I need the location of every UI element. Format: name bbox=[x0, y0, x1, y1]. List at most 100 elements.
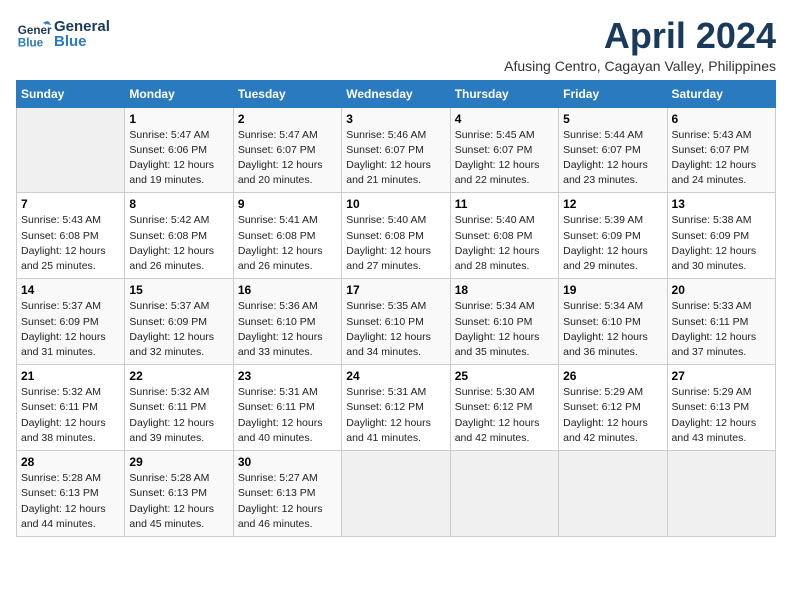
calendar-cell: 25 Sunrise: 5:30 AM Sunset: 6:12 PM Dayli… bbox=[450, 365, 558, 451]
day-number: 27 bbox=[672, 369, 771, 383]
weekday-header-cell: Friday bbox=[559, 80, 667, 107]
day-number: 7 bbox=[21, 197, 120, 211]
page-subtitle: Afusing Centro, Cagayan Valley, Philippi… bbox=[504, 58, 776, 74]
day-number: 23 bbox=[238, 369, 337, 383]
cell-info: Sunrise: 5:36 AM Sunset: 6:10 PM Dayligh… bbox=[238, 299, 337, 360]
cell-info: Sunrise: 5:32 AM Sunset: 6:11 PM Dayligh… bbox=[21, 385, 120, 446]
calendar-cell: 23 Sunrise: 5:31 AM Sunset: 6:11 PM Dayli… bbox=[233, 365, 341, 451]
day-number: 9 bbox=[238, 197, 337, 211]
weekday-header-cell: Monday bbox=[125, 80, 233, 107]
day-number: 21 bbox=[21, 369, 120, 383]
day-number: 17 bbox=[346, 283, 445, 297]
weekday-header-cell: Sunday bbox=[17, 80, 125, 107]
calendar-cell: 16Sunrise: 5:36 AM Sunset: 6:10 PM Dayli… bbox=[233, 279, 341, 365]
cell-info: Sunrise: 5:43 AM Sunset: 6:07 PM Dayligh… bbox=[672, 128, 771, 189]
calendar-cell: 30 Sunrise: 5:27 AM Sunset: 6:13 PM Dayli… bbox=[233, 451, 341, 537]
calendar-cell: 19Sunrise: 5:34 AM Sunset: 6:10 PM Dayli… bbox=[559, 279, 667, 365]
day-number: 25 bbox=[455, 369, 554, 383]
calendar-cell: 10 Sunrise: 5:40 AM Sunset: 6:08 PM Dayli… bbox=[342, 193, 450, 279]
day-number: 13 bbox=[672, 197, 771, 211]
title-block: April 2024 Afusing Centro, Cagayan Valle… bbox=[504, 16, 776, 74]
day-number: 18 bbox=[455, 283, 554, 297]
day-number: 1 bbox=[129, 112, 228, 126]
calendar-cell: 8 Sunrise: 5:42 AM Sunset: 6:08 PM Daylig… bbox=[125, 193, 233, 279]
cell-info: Sunrise: 5:32 AM Sunset: 6:11 PM Dayligh… bbox=[129, 385, 228, 446]
calendar-cell: 26 Sunrise: 5:29 AM Sunset: 6:12 PM Dayli… bbox=[559, 365, 667, 451]
calendar-cell: 9 Sunrise: 5:41 AM Sunset: 6:08 PM Daylig… bbox=[233, 193, 341, 279]
calendar-cell: 27Sunrise: 5:29 AM Sunset: 6:13 PM Dayli… bbox=[667, 365, 775, 451]
calendar-cell: 29Sunrise: 5:28 AM Sunset: 6:13 PM Dayli… bbox=[125, 451, 233, 537]
weekday-header-cell: Tuesday bbox=[233, 80, 341, 107]
cell-info: Sunrise: 5:34 AM Sunset: 6:10 PM Dayligh… bbox=[563, 299, 662, 360]
calendar-cell bbox=[450, 451, 558, 537]
cell-info: Sunrise: 5:35 AM Sunset: 6:10 PM Dayligh… bbox=[346, 299, 445, 360]
cell-info: Sunrise: 5:28 AM Sunset: 6:13 PM Dayligh… bbox=[21, 471, 120, 532]
cell-info: Sunrise: 5:42 AM Sunset: 6:08 PM Dayligh… bbox=[129, 213, 228, 274]
calendar-cell: 28Sunrise: 5:28 AM Sunset: 6:13 PM Dayli… bbox=[17, 451, 125, 537]
calendar-cell: 22Sunrise: 5:32 AM Sunset: 6:11 PM Dayli… bbox=[125, 365, 233, 451]
calendar-cell: 6 Sunrise: 5:43 AM Sunset: 6:07 PM Daylig… bbox=[667, 107, 775, 193]
calendar-cell: 24Sunrise: 5:31 AM Sunset: 6:12 PM Dayli… bbox=[342, 365, 450, 451]
calendar-table: SundayMondayTuesdayWednesdayThursdayFrid… bbox=[16, 80, 776, 537]
day-number: 2 bbox=[238, 112, 337, 126]
cell-info: Sunrise: 5:40 AM Sunset: 6:08 PM Dayligh… bbox=[346, 213, 445, 274]
cell-info: Sunrise: 5:30 AM Sunset: 6:12 PM Dayligh… bbox=[455, 385, 554, 446]
cell-info: Sunrise: 5:43 AM Sunset: 6:08 PM Dayligh… bbox=[21, 213, 120, 274]
day-number: 24 bbox=[346, 369, 445, 383]
logo-icon: General Blue bbox=[16, 16, 52, 52]
day-number: 6 bbox=[672, 112, 771, 126]
svg-text:General: General bbox=[18, 24, 52, 37]
logo-text: GeneralBlue bbox=[54, 19, 110, 49]
day-number: 10 bbox=[346, 197, 445, 211]
page-title: April 2024 bbox=[504, 16, 776, 56]
day-number: 15 bbox=[129, 283, 228, 297]
calendar-cell: 15 Sunrise: 5:37 AM Sunset: 6:09 PM Dayli… bbox=[125, 279, 233, 365]
calendar-cell: 2 Sunrise: 5:47 AM Sunset: 6:07 PM Daylig… bbox=[233, 107, 341, 193]
calendar-cell: 3 Sunrise: 5:46 AM Sunset: 6:07 PM Daylig… bbox=[342, 107, 450, 193]
calendar-cell: 20Sunrise: 5:33 AM Sunset: 6:11 PM Dayli… bbox=[667, 279, 775, 365]
calendar-cell: 13Sunrise: 5:38 AM Sunset: 6:09 PM Dayli… bbox=[667, 193, 775, 279]
calendar-body: 1 Sunrise: 5:47 AM Sunset: 6:06 PM Daylig… bbox=[17, 107, 776, 536]
calendar-cell bbox=[17, 107, 125, 193]
cell-info: Sunrise: 5:37 AM Sunset: 6:09 PM Dayligh… bbox=[129, 299, 228, 360]
cell-info: Sunrise: 5:31 AM Sunset: 6:11 PM Dayligh… bbox=[238, 385, 337, 446]
calendar-week-row: 1 Sunrise: 5:47 AM Sunset: 6:06 PM Daylig… bbox=[17, 107, 776, 193]
day-number: 8 bbox=[129, 197, 228, 211]
cell-info: Sunrise: 5:27 AM Sunset: 6:13 PM Dayligh… bbox=[238, 471, 337, 532]
day-number: 29 bbox=[129, 455, 228, 469]
day-number: 30 bbox=[238, 455, 337, 469]
calendar-week-row: 28Sunrise: 5:28 AM Sunset: 6:13 PM Dayli… bbox=[17, 451, 776, 537]
cell-info: Sunrise: 5:46 AM Sunset: 6:07 PM Dayligh… bbox=[346, 128, 445, 189]
day-number: 3 bbox=[346, 112, 445, 126]
weekday-header-cell: Saturday bbox=[667, 80, 775, 107]
cell-info: Sunrise: 5:39 AM Sunset: 6:09 PM Dayligh… bbox=[563, 213, 662, 274]
weekday-header-row: SundayMondayTuesdayWednesdayThursdayFrid… bbox=[17, 80, 776, 107]
calendar-cell: 12 Sunrise: 5:39 AM Sunset: 6:09 PM Dayli… bbox=[559, 193, 667, 279]
logo: General Blue GeneralBlue bbox=[16, 16, 110, 52]
calendar-cell: 17 Sunrise: 5:35 AM Sunset: 6:10 PM Dayli… bbox=[342, 279, 450, 365]
cell-info: Sunrise: 5:47 AM Sunset: 6:06 PM Dayligh… bbox=[129, 128, 228, 189]
weekday-header-cell: Thursday bbox=[450, 80, 558, 107]
cell-info: Sunrise: 5:47 AM Sunset: 6:07 PM Dayligh… bbox=[238, 128, 337, 189]
cell-info: Sunrise: 5:37 AM Sunset: 6:09 PM Dayligh… bbox=[21, 299, 120, 360]
cell-info: Sunrise: 5:29 AM Sunset: 6:12 PM Dayligh… bbox=[563, 385, 662, 446]
day-number: 26 bbox=[563, 369, 662, 383]
calendar-week-row: 7 Sunrise: 5:43 AM Sunset: 6:08 PM Daylig… bbox=[17, 193, 776, 279]
calendar-cell bbox=[559, 451, 667, 537]
cell-info: Sunrise: 5:41 AM Sunset: 6:08 PM Dayligh… bbox=[238, 213, 337, 274]
cell-info: Sunrise: 5:34 AM Sunset: 6:10 PM Dayligh… bbox=[455, 299, 554, 360]
calendar-cell bbox=[667, 451, 775, 537]
page-header: General Blue GeneralBlue April 2024 Afus… bbox=[16, 16, 776, 74]
calendar-week-row: 21 Sunrise: 5:32 AM Sunset: 6:11 PM Dayli… bbox=[17, 365, 776, 451]
day-number: 4 bbox=[455, 112, 554, 126]
weekday-header-cell: Wednesday bbox=[342, 80, 450, 107]
calendar-cell: 18 Sunrise: 5:34 AM Sunset: 6:10 PM Dayli… bbox=[450, 279, 558, 365]
day-number: 20 bbox=[672, 283, 771, 297]
calendar-cell: 11Sunrise: 5:40 AM Sunset: 6:08 PM Dayli… bbox=[450, 193, 558, 279]
calendar-cell: 21 Sunrise: 5:32 AM Sunset: 6:11 PM Dayli… bbox=[17, 365, 125, 451]
svg-text:Blue: Blue bbox=[18, 37, 44, 50]
day-number: 12 bbox=[563, 197, 662, 211]
day-number: 11 bbox=[455, 197, 554, 211]
calendar-cell: 5Sunrise: 5:44 AM Sunset: 6:07 PM Daylig… bbox=[559, 107, 667, 193]
calendar-cell: 14Sunrise: 5:37 AM Sunset: 6:09 PM Dayli… bbox=[17, 279, 125, 365]
